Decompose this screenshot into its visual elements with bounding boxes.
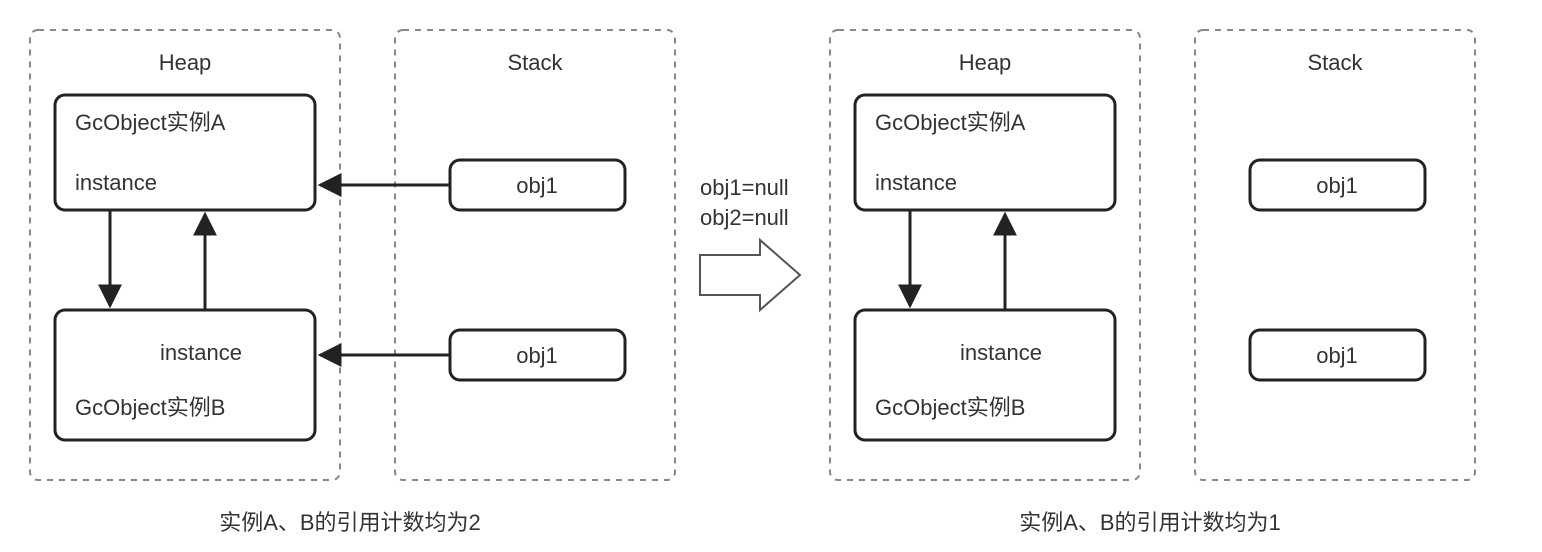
transition-group: obj1=null obj2=null xyxy=(700,175,800,310)
right-heap-container: Heap GcObject实例A instance instance GcObj… xyxy=(830,30,1140,480)
diagram-root: Heap GcObject实例A instance instance GcObj… xyxy=(0,0,1542,552)
right-stack-var-1: obj1 xyxy=(1250,160,1425,210)
left-heap-title: Heap xyxy=(159,50,212,75)
left-object-a-field: instance xyxy=(75,170,157,195)
right-panel: Heap GcObject实例A instance instance GcObj… xyxy=(830,30,1475,535)
left-object-b-field: instance xyxy=(160,340,242,365)
right-stack-container: Stack obj1 obj1 xyxy=(1195,30,1475,480)
right-heap-title: Heap xyxy=(959,50,1012,75)
transition-line-2: obj2=null xyxy=(700,205,789,230)
right-stack-var-2: obj1 xyxy=(1250,330,1425,380)
left-heap-container: Heap GcObject实例A instance instance GcObj… xyxy=(30,30,340,480)
left-stack-var-1: obj1 xyxy=(450,160,625,210)
right-object-b-title: GcObject实例B xyxy=(875,395,1025,420)
left-object-b-title: GcObject实例B xyxy=(75,395,225,420)
transition-line-1: obj1=null xyxy=(700,175,789,200)
left-object-a: GcObject实例A instance xyxy=(55,95,315,210)
left-caption: 实例A、B的引用计数均为2 xyxy=(219,510,481,535)
right-object-a-field: instance xyxy=(875,170,957,195)
left-stack-var-2: obj1 xyxy=(450,330,625,380)
right-caption: 实例A、B的引用计数均为1 xyxy=(1019,510,1281,535)
left-panel: Heap GcObject实例A instance instance GcObj… xyxy=(30,30,675,535)
left-object-a-title: GcObject实例A xyxy=(75,110,226,135)
left-stack-var-1-label: obj1 xyxy=(516,173,558,198)
left-stack-var-2-label: obj1 xyxy=(516,343,558,368)
right-object-a-title: GcObject实例A xyxy=(875,110,1026,135)
right-stack-title: Stack xyxy=(1307,50,1363,75)
left-stack-title: Stack xyxy=(507,50,563,75)
right-object-b-field: instance xyxy=(960,340,1042,365)
right-stack-var-2-label: obj1 xyxy=(1316,343,1358,368)
left-object-b: instance GcObject实例B xyxy=(55,310,315,440)
right-object-b: instance GcObject实例B xyxy=(855,310,1115,440)
transition-arrow-icon xyxy=(700,240,800,310)
right-stack-var-1-label: obj1 xyxy=(1316,173,1358,198)
right-object-a: GcObject实例A instance xyxy=(855,95,1115,210)
left-stack-container: Stack obj1 obj1 xyxy=(320,30,675,480)
